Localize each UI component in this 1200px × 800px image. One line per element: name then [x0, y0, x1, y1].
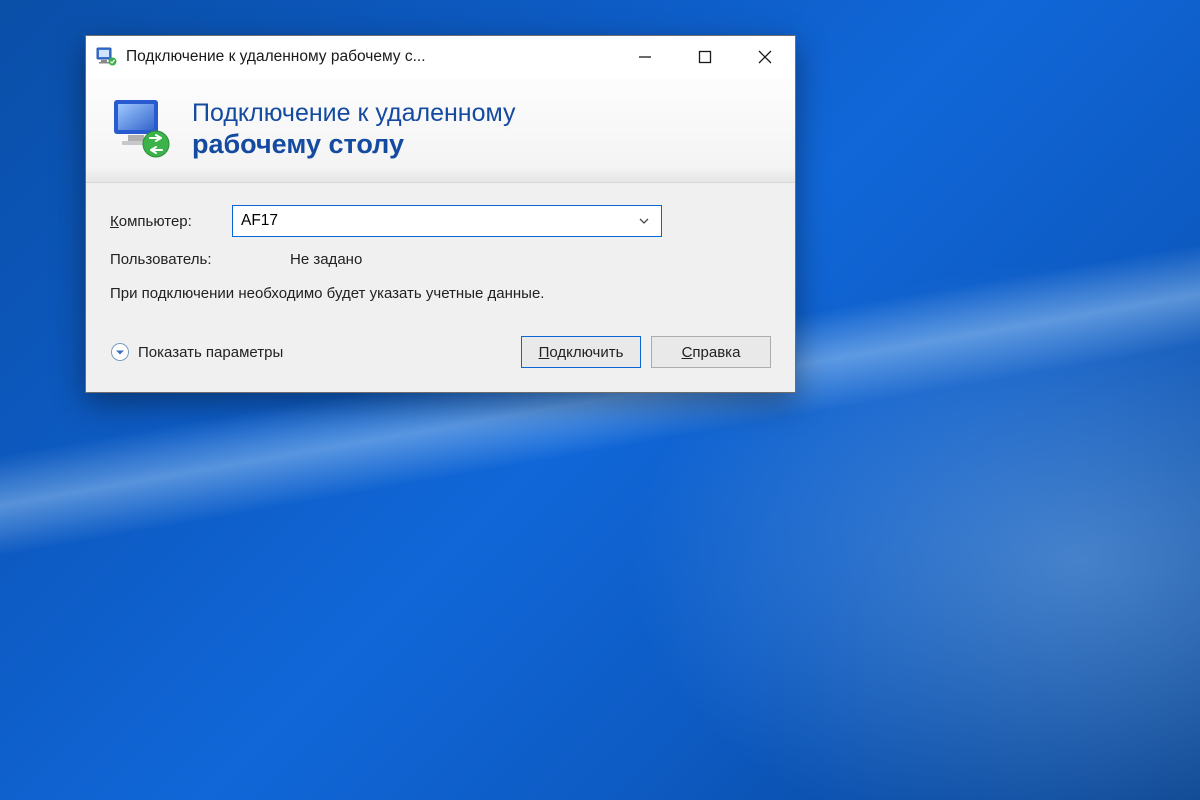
computer-combobox[interactable] [232, 205, 662, 237]
help-button[interactable]: Справка [651, 336, 771, 368]
banner-line-1: Подключение к удаленному [192, 98, 516, 128]
user-label: Пользователь: [110, 251, 290, 268]
banner-text: Подключение к удаленному рабочему столу [192, 98, 516, 160]
close-button[interactable] [735, 36, 795, 78]
banner-line-2: рабочему столу [192, 128, 516, 160]
rdp-dialog: Подключение к удаленному рабочему с... [85, 35, 796, 393]
computer-label: Компьютер: [110, 213, 232, 230]
maximize-button[interactable] [675, 36, 735, 78]
window-controls [615, 36, 795, 78]
titlebar[interactable]: Подключение к удаленному рабочему с... [86, 36, 795, 78]
computer-input[interactable] [241, 212, 636, 230]
rdp-icon [108, 96, 174, 162]
chevron-down-icon[interactable] [636, 215, 653, 227]
banner: Подключение к удаленному рабочему столу [86, 78, 795, 183]
minimize-button[interactable] [615, 36, 675, 78]
expand-down-icon [110, 342, 130, 362]
show-options-toggle[interactable]: Показать параметры [110, 342, 283, 362]
dialog-body: Компьютер: Пользователь: Не задано При п… [86, 183, 795, 392]
user-value: Не задано [290, 251, 362, 268]
window-title: Подключение к удаленному рабочему с... [126, 48, 615, 66]
app-icon [96, 47, 118, 67]
connect-button[interactable]: Подключить [521, 336, 641, 368]
info-text: При подключении необходимо будет указать… [110, 284, 620, 304]
